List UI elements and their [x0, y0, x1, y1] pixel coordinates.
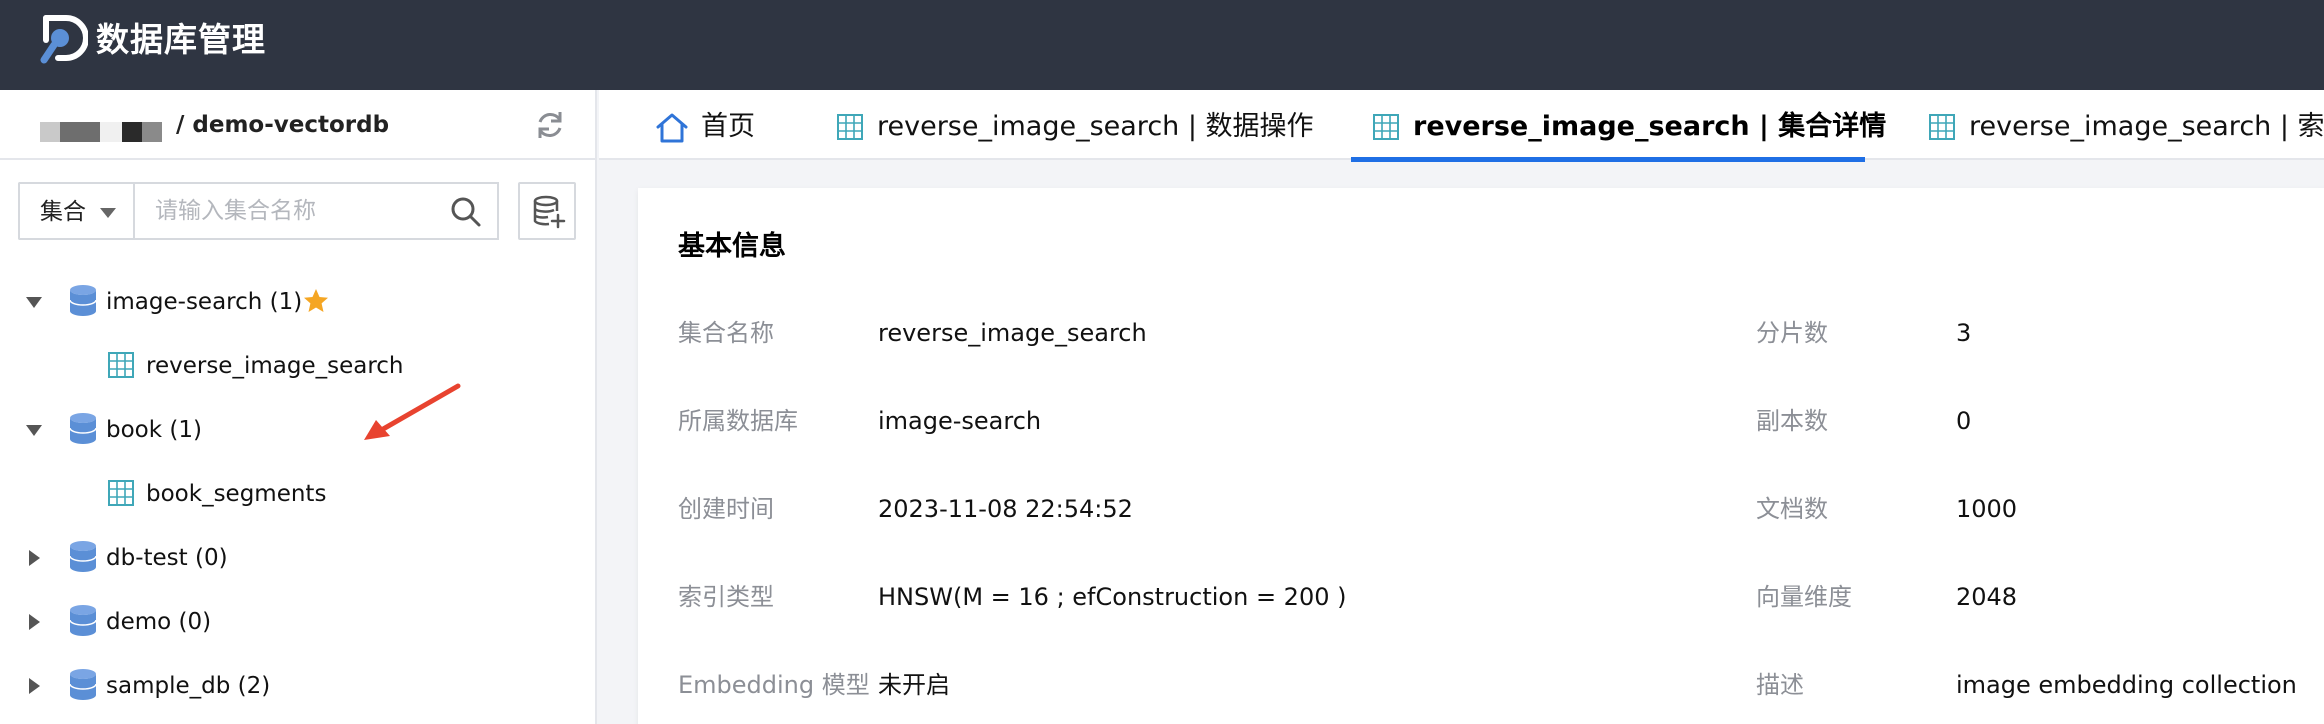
- field-label-shard-count: 分片数: [1756, 319, 1828, 347]
- star-icon[interactable]: [302, 287, 330, 315]
- database-icon: [69, 413, 97, 444]
- app-title: 数据库管理: [96, 20, 266, 59]
- home-icon: [656, 113, 688, 143]
- refresh-icon[interactable]: [533, 108, 567, 142]
- tab-data-operations[interactable]: reverse_image_search | 数据操作: [837, 90, 1357, 160]
- field-value-database: image-search: [878, 407, 1042, 435]
- tree-label: book_segments: [146, 481, 327, 507]
- field-label-description: 描述: [1756, 671, 1804, 699]
- tab-label: 首页: [701, 111, 755, 142]
- field-value-collection-name: reverse_image_search: [878, 319, 1147, 347]
- field-label-index-type: 索引类型: [678, 583, 774, 611]
- caret-down-icon[interactable]: [26, 297, 42, 308]
- field-label-collection-name: 集合名称: [678, 319, 774, 347]
- field-value-created-time: 2023-11-08 22:54:52: [878, 495, 1133, 523]
- table-icon: [837, 114, 863, 140]
- field-value-shard-count: 3: [1956, 319, 1972, 347]
- tree-node-book[interactable]: book (1): [0, 410, 595, 450]
- card-title: 基本信息: [678, 231, 786, 262]
- collection-search-input[interactable]: [133, 182, 499, 240]
- field-value-index-type: HNSW(M = 16 ; efConstruction = 200 ): [878, 583, 1347, 611]
- database-icon: [69, 285, 97, 316]
- filter-type-label: 集合: [40, 199, 86, 225]
- field-label-embedding-model: Embedding 模型: [678, 671, 870, 699]
- annotation-arrow-icon: [364, 383, 461, 440]
- basic-info-card: 基本信息 集合名称 reverse_image_search 分片数 3 所属数…: [638, 188, 2324, 724]
- top-bar: 数据库管理: [0, 0, 2324, 90]
- database-add-icon: [533, 195, 566, 229]
- caret-right-icon[interactable]: [29, 550, 40, 566]
- caret-down-icon[interactable]: [26, 425, 42, 436]
- table-icon: [1373, 114, 1399, 140]
- field-value-document-count: 1000: [1956, 495, 2018, 523]
- connection-name: / demo-vectordb: [176, 112, 390, 138]
- sidebar: / demo-vectordb 集合 请输入集合名称 image-search …: [0, 90, 597, 724]
- caret-right-icon[interactable]: [29, 678, 40, 694]
- tree-node-demo[interactable]: demo (0): [0, 602, 595, 642]
- field-label-created-time: 创建时间: [678, 495, 774, 523]
- search-icon[interactable]: [450, 196, 482, 228]
- tree-node-sample-db[interactable]: sample_db (2): [0, 666, 595, 706]
- connection-header: / demo-vectordb: [0, 90, 595, 160]
- database-icon: [69, 541, 97, 572]
- table-icon: [1929, 114, 1955, 140]
- database-icon: [69, 669, 97, 700]
- tab-collection-details[interactable]: reverse_image_search | 集合详情: [1351, 90, 1886, 162]
- chevron-down-icon: [100, 208, 116, 218]
- tree-node-book-segments[interactable]: book_segments: [0, 474, 595, 514]
- field-value-embedding-model: 未开启: [878, 671, 950, 699]
- tree-node-reverse-image-search[interactable]: reverse_image_search: [0, 346, 595, 386]
- table-icon: [108, 352, 134, 378]
- field-value-description: image embedding collection: [1956, 671, 2297, 699]
- tree-label: demo (0): [106, 609, 212, 635]
- tree-label: db-test (0): [106, 545, 228, 571]
- add-collection-button[interactable]: [518, 182, 576, 240]
- filter-type-select[interactable]: 集合: [18, 182, 134, 240]
- tab-home[interactable]: 首页: [599, 90, 769, 160]
- field-label-document-count: 文档数: [1756, 495, 1828, 523]
- field-label-replica-count: 副本数: [1756, 407, 1828, 435]
- field-value-replica-count: 0: [1956, 407, 1972, 435]
- field-label-vector-dimension: 向量维度: [1756, 583, 1852, 611]
- tree-label: reverse_image_search: [146, 353, 404, 379]
- tree-label: sample_db (2): [106, 673, 271, 699]
- masked-instance-id: [40, 122, 162, 142]
- field-label-database: 所属数据库: [678, 407, 798, 435]
- active-tab-indicator: [1351, 157, 1865, 162]
- tab-label: reverse_image_search | 数据操作: [877, 111, 1314, 142]
- tree-label: image-search (1): [106, 289, 303, 315]
- tab-index[interactable]: reverse_image_search | 索引: [1929, 90, 2324, 160]
- tab-label: reverse_image_search | 集合详情: [1413, 111, 1887, 142]
- logo-icon: [40, 15, 88, 64]
- tree-node-image-search[interactable]: image-search (1): [0, 282, 595, 322]
- field-value-vector-dimension: 2048: [1956, 583, 2018, 611]
- caret-right-icon[interactable]: [29, 614, 40, 630]
- database-icon: [69, 605, 97, 636]
- tab-label: reverse_image_search | 索引: [1969, 111, 2324, 142]
- tree-node-db-test[interactable]: db-test (0): [0, 538, 595, 578]
- table-icon: [108, 480, 134, 506]
- tree-label: book (1): [106, 417, 202, 443]
- tab-bar: 首页 reverse_image_search | 数据操作 reverse_i…: [599, 90, 2324, 162]
